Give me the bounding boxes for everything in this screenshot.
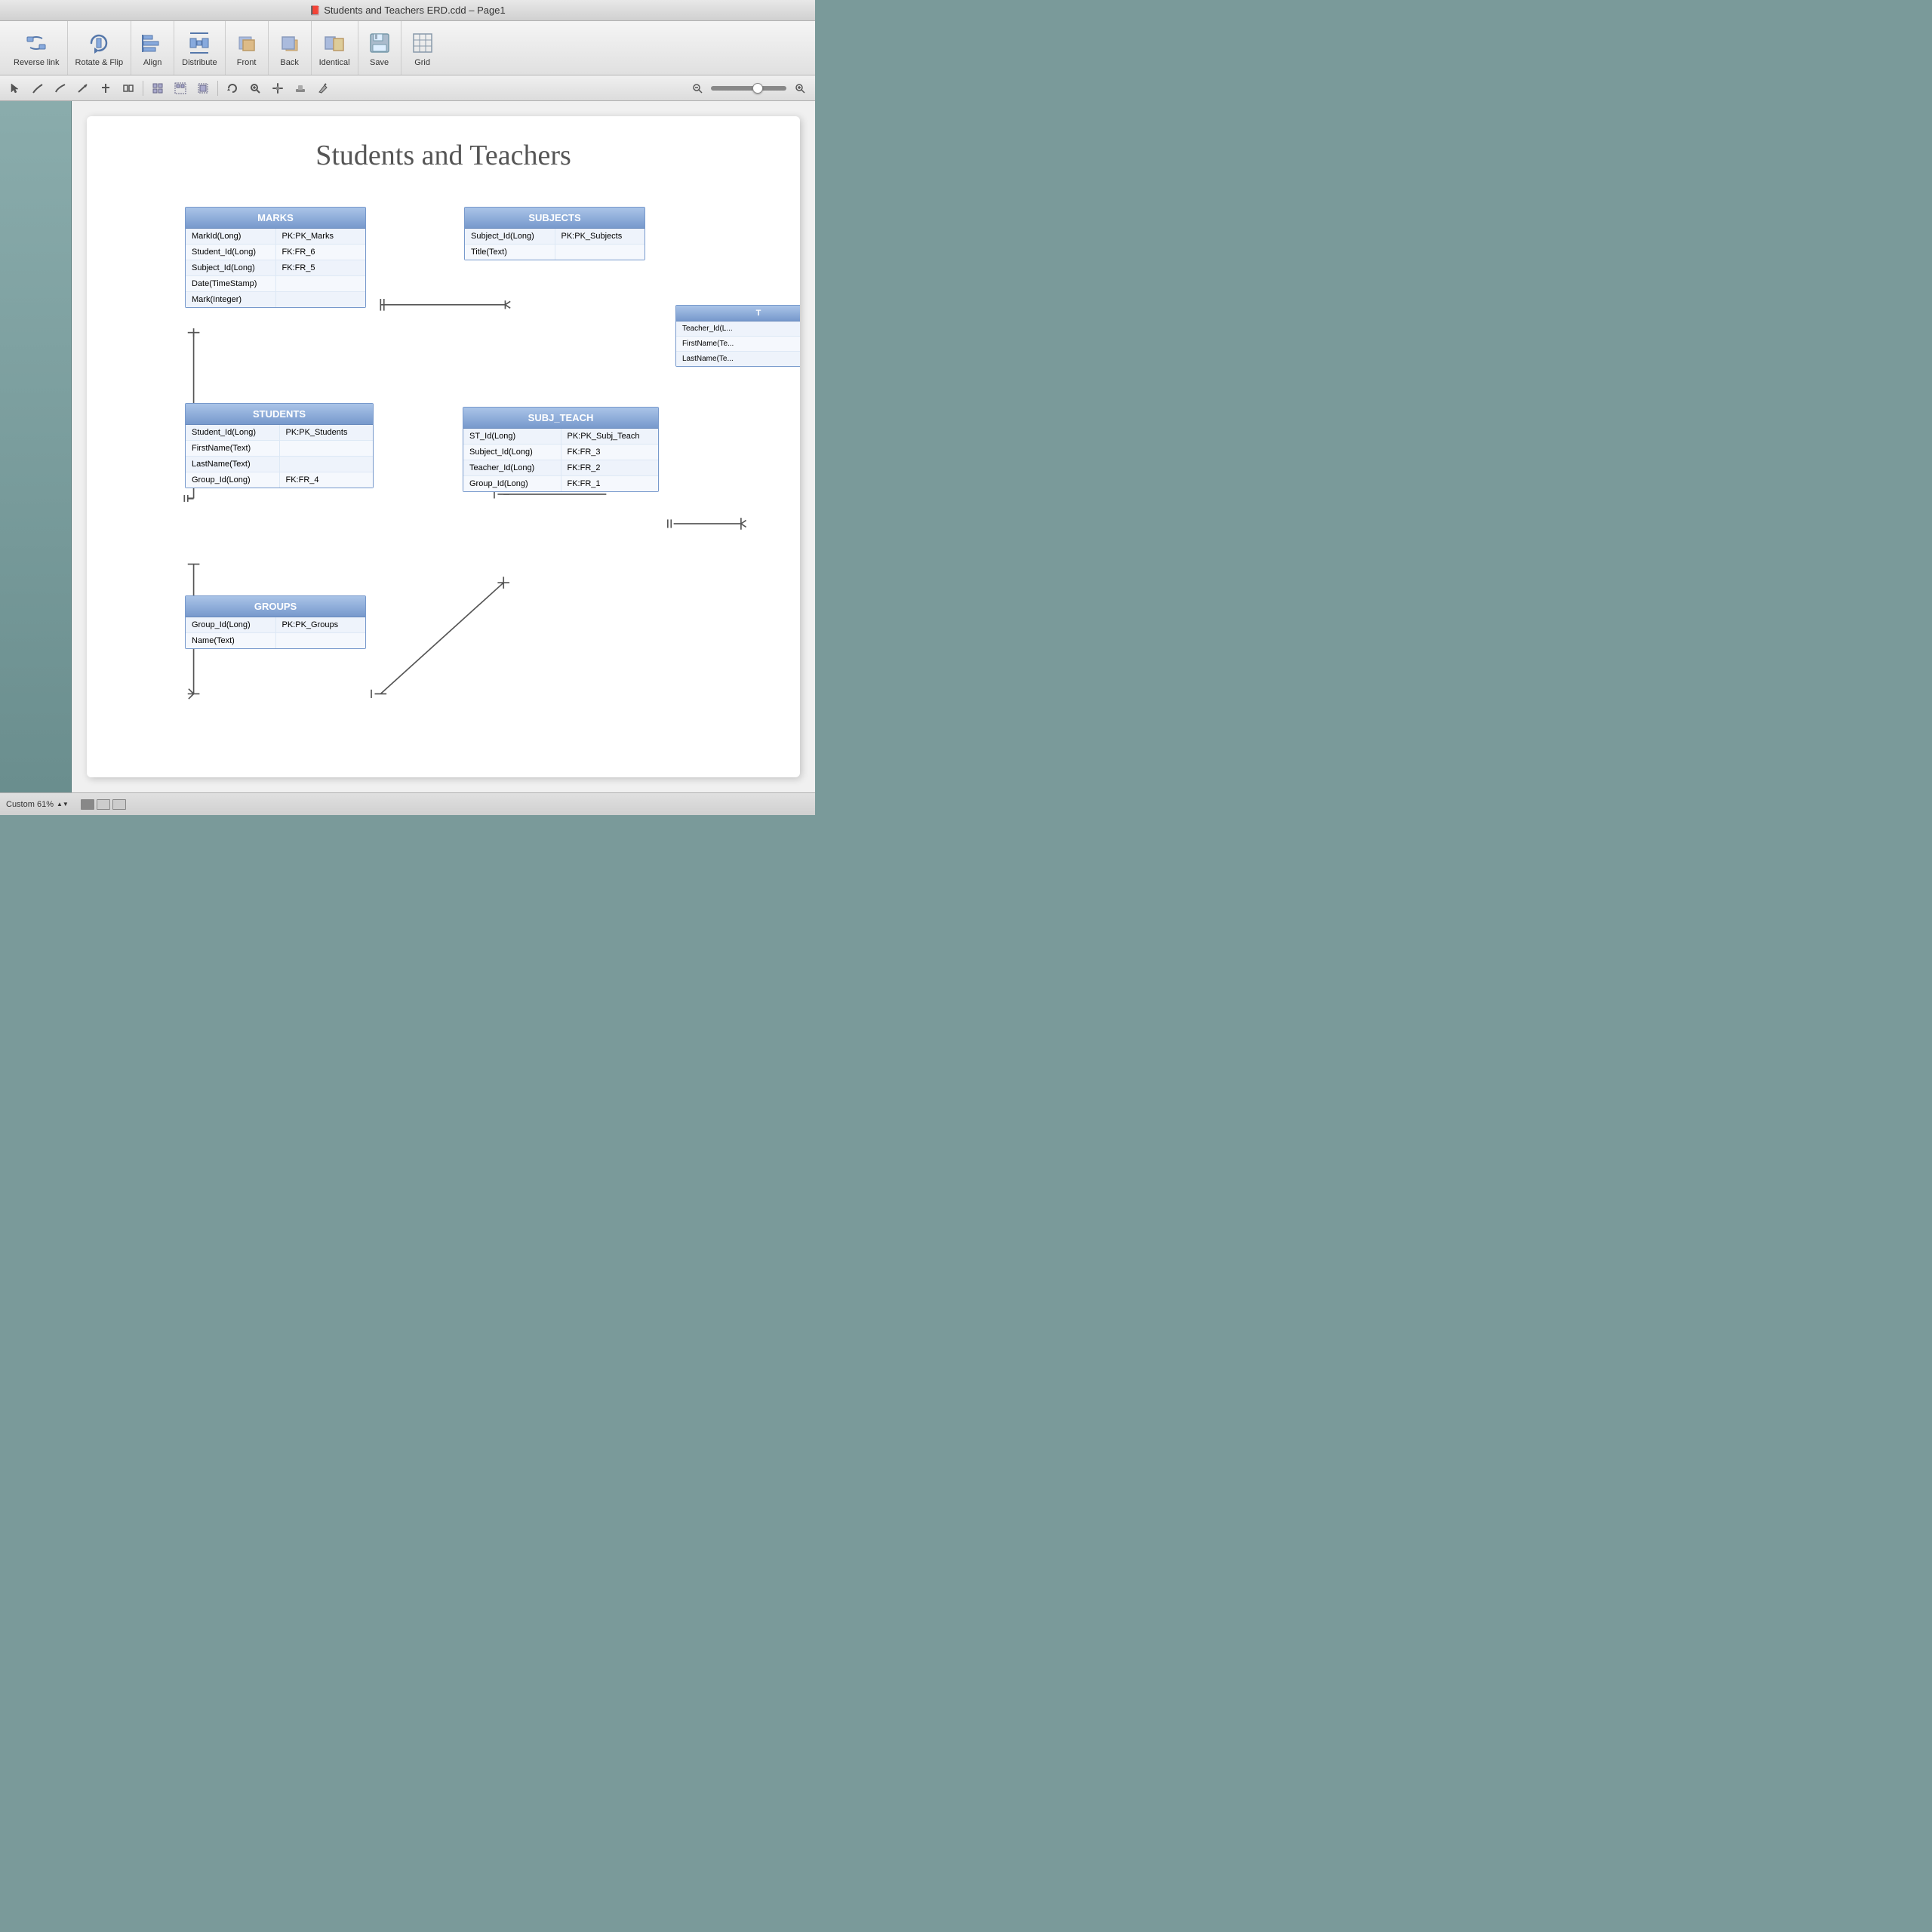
subj-teach-header: SUBJ_TEACH xyxy=(463,408,658,429)
rotate-flip-label: Rotate & Flip xyxy=(75,58,124,67)
teachers-partial-row-3: LastName(Te... xyxy=(676,352,800,366)
teachers-partial-header: T xyxy=(676,306,800,321)
students-row-3: LastName(Text) xyxy=(186,457,373,472)
rotate-flip-icon xyxy=(85,29,112,57)
toolbar-rotate-flip[interactable]: Rotate & Flip xyxy=(68,21,132,75)
students-table[interactable]: STUDENTS Student_Id(Long) PK:PK_Students… xyxy=(185,403,374,488)
secondary-toolbar xyxy=(0,75,815,101)
groups-header: GROUPS xyxy=(186,596,365,617)
toolbar-distribute[interactable]: Distribute xyxy=(174,21,225,75)
zoom-tool[interactable] xyxy=(245,78,266,98)
subj-teach-row-4: Group_Id(Long) FK:FR_1 xyxy=(463,476,658,491)
main-toolbar: Reverse link Rotate & Flip Align xyxy=(0,21,815,75)
curve-tool[interactable] xyxy=(50,78,71,98)
arrow-tool[interactable] xyxy=(72,78,94,98)
toolbar-back[interactable]: Back xyxy=(269,21,312,75)
zoom-controls xyxy=(687,78,811,98)
reverse-link-label: Reverse link xyxy=(14,58,60,67)
students-row-1: Student_Id(Long) PK:PK_Students xyxy=(186,425,373,441)
save-icon xyxy=(366,29,393,57)
zoom-out-button[interactable] xyxy=(687,78,708,98)
identical-icon xyxy=(321,29,348,57)
groups-row-1: Group_Id(Long) PK:PK_Groups xyxy=(186,617,365,633)
erd-diagram: MARKS MarkId(Long) PK:PK_Marks Student_I… xyxy=(109,184,800,762)
refresh-tool[interactable] xyxy=(222,78,243,98)
marks-row-4: Date(TimeStamp) xyxy=(186,276,365,292)
ungroup-tool[interactable] xyxy=(170,78,191,98)
subjects-row-2: Title(Text) xyxy=(465,245,645,260)
page-indicator-1[interactable] xyxy=(81,799,94,810)
marks-row-3: Subject_Id(Long) FK:FR_5 xyxy=(186,260,365,276)
erd-title: Students and Teachers xyxy=(87,139,800,172)
teachers-partial-row-1: Teacher_Id(L... xyxy=(676,321,800,337)
teachers-partial-table[interactable]: T Teacher_Id(L... FirstName(Te... LastNa… xyxy=(675,305,800,367)
identical-label: Identical xyxy=(319,58,350,67)
sep2 xyxy=(217,81,218,96)
page-indicator-2[interactable] xyxy=(97,799,110,810)
pdf-icon: 📕 xyxy=(309,5,321,16)
marks-header: MARKS xyxy=(186,208,365,229)
teachers-partial-row-2: FirstName(Te... xyxy=(676,337,800,352)
groups-row-2: Name(Text) xyxy=(186,633,365,648)
page-indicators xyxy=(81,799,126,810)
title-bar: 📕 Students and Teachers ERD.cdd – Page1 xyxy=(0,0,815,21)
toolbar-align[interactable]: Align xyxy=(131,21,174,75)
grid-icon xyxy=(409,29,436,57)
align-label: Align xyxy=(143,58,162,67)
subjects-table[interactable]: SUBJECTS Subject_Id(Long) PK:PK_Subjects… xyxy=(464,207,645,260)
distribute-icon xyxy=(186,29,213,57)
distribute-label: Distribute xyxy=(182,58,217,67)
front-icon xyxy=(233,29,260,57)
toolbar-reverse-link[interactable]: Reverse link xyxy=(6,21,68,75)
zoom-in-button[interactable] xyxy=(789,78,811,98)
left-sidebar xyxy=(0,101,72,792)
subjects-header: SUBJECTS xyxy=(465,208,645,229)
pan-tool[interactable] xyxy=(267,78,288,98)
save-label: Save xyxy=(370,58,389,67)
select-all-tool[interactable] xyxy=(192,78,214,98)
groups-table[interactable]: GROUPS Group_Id(Long) PK:PK_Groups Name(… xyxy=(185,595,366,649)
align-icon xyxy=(139,29,166,57)
subjects-row-1: Subject_Id(Long) PK:PK_Subjects xyxy=(465,229,645,245)
canvas-page: Students and Teachers xyxy=(87,116,800,777)
toolbar-front[interactable]: Front xyxy=(226,21,269,75)
subj-teach-row-2: Subject_Id(Long) FK:FR_3 xyxy=(463,445,658,460)
split-tool[interactable] xyxy=(95,78,116,98)
subj-teach-table[interactable]: SUBJ_TEACH ST_Id(Long) PK:PK_Subj_Teach … xyxy=(463,407,659,492)
select-tool[interactable] xyxy=(5,78,26,98)
page-indicator-3[interactable] xyxy=(112,799,126,810)
marks-row-1: MarkId(Long) PK:PK_Marks xyxy=(186,229,365,245)
zoom-thumb[interactable] xyxy=(752,83,763,94)
marks-table[interactable]: MARKS MarkId(Long) PK:PK_Marks Student_I… xyxy=(185,207,366,308)
toolbar-identical[interactable]: Identical xyxy=(312,21,358,75)
zoom-slider[interactable] xyxy=(711,86,786,91)
zoom-display[interactable]: Custom 61% ▲▼ xyxy=(6,800,69,809)
zoom-value: Custom 61% xyxy=(6,800,54,809)
students-row-4: Group_Id(Long) FK:FR_4 xyxy=(186,472,373,488)
canvas-area[interactable]: Students and Teachers xyxy=(72,101,815,792)
group-tool[interactable] xyxy=(147,78,168,98)
status-bar: Custom 61% ▲▼ xyxy=(0,792,815,815)
subj-teach-row-3: Teacher_Id(Long) FK:FR_2 xyxy=(463,460,658,476)
back-label: Back xyxy=(280,58,298,67)
back-icon xyxy=(276,29,303,57)
marks-row-2: Student_Id(Long) FK:FR_6 xyxy=(186,245,365,260)
reverse-link-icon xyxy=(23,29,50,57)
main-content: Students and Teachers xyxy=(0,101,815,792)
front-label: Front xyxy=(237,58,257,67)
pen-tool[interactable] xyxy=(312,78,334,98)
students-header: STUDENTS xyxy=(186,404,373,425)
toolbar-grid[interactable]: Grid xyxy=(401,21,444,75)
marks-row-5: Mark(Integer) xyxy=(186,292,365,307)
window-title: Students and Teachers ERD.cdd – Page1 xyxy=(324,5,505,16)
toolbar-save[interactable]: Save xyxy=(358,21,401,75)
stamp-tool[interactable] xyxy=(290,78,311,98)
students-row-2: FirstName(Text) xyxy=(186,441,373,457)
zoom-arrow[interactable]: ▲▼ xyxy=(57,801,69,808)
subj-teach-row-1: ST_Id(Long) PK:PK_Subj_Teach xyxy=(463,429,658,445)
join-tool[interactable] xyxy=(118,78,139,98)
grid-label: Grid xyxy=(414,58,430,67)
line-tool[interactable] xyxy=(27,78,48,98)
